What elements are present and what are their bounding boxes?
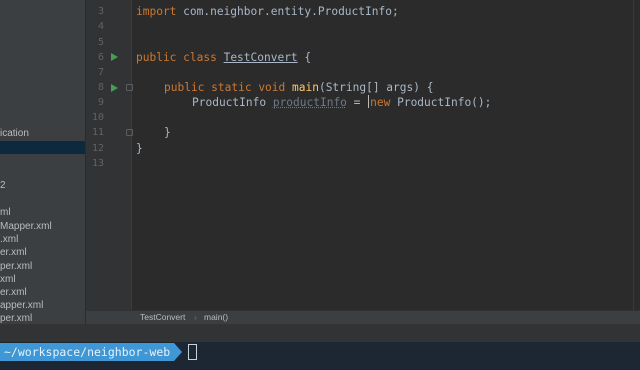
tree-item-label: 2 [0,180,6,191]
class-name: TestConvert [223,51,298,64]
tree-item[interactable]: er.xml [0,286,85,299]
project-sidebar: ication 2 ml Mapper.xml .xml er.xml per.… [0,0,86,324]
tree-item[interactable]: xml [0,273,85,286]
tree-item[interactable]: Mapper.xml [0,220,85,233]
code-line-class: public class TestConvert { [136,50,311,65]
keyword: public [136,51,177,64]
code-line-statement: ProductInfo productInfo = new ProductInf… [192,95,491,110]
type-name: ProductInfo [192,96,273,109]
keyword: public [164,81,205,94]
line-number: 11 [91,127,104,138]
tree-item[interactable]: ication [0,127,85,140]
constructor-call: ProductInfo(); [390,96,492,109]
tree-item[interactable]: ml [0,206,85,219]
code-line-method: public static void main(String[] args) { [164,80,433,95]
prompt-arrow-icon [174,343,182,361]
tree-item[interactable]: 2 [0,179,85,192]
tree-item[interactable]: .xml [0,233,85,246]
breadcrumb-class[interactable]: TestConvert [140,311,185,324]
tree-item[interactable]: er.xml [0,246,85,259]
tree-item-label: ml [0,207,11,218]
breadcrumb-separator: › [194,312,197,322]
prompt-path: ~/workspace/neighbor-web [0,343,175,361]
ide-bottom-bar [0,324,640,342]
run-gutter-icon[interactable] [111,84,118,92]
tree-item-label: per.xml [0,313,33,324]
tree-item-label: xml [0,274,16,285]
fold-icon[interactable] [126,84,133,91]
terminal-cursor [188,344,197,360]
variable-name: productInfo [272,96,347,109]
tree-item[interactable]: apper.xml [0,299,85,312]
text-caret [368,95,370,108]
breadcrumb: TestConvert › main() [86,310,640,324]
code-line-close-method: } [164,126,171,139]
tree-item-label: .xml [0,234,19,245]
brace: { [297,51,312,64]
line-number: 12 [91,143,104,154]
tree-item-selected[interactable] [0,141,85,154]
method-params: (String[] args) { [318,81,434,94]
import-path: com.neighbor.entity.ProductInfo; [176,5,399,18]
tree-item-label: apper.xml [0,300,44,311]
terminal[interactable]: ~/workspace/neighbor-web [0,342,640,370]
keyword: import [136,5,177,18]
line-number: 5 [97,37,104,48]
tree-item-label: Mapper.xml [0,221,52,232]
line-number: 9 [97,97,104,108]
line-number: 8 [97,82,104,93]
assign-op: = [346,96,368,109]
fold-icon[interactable] [126,129,133,136]
line-number: 13 [91,158,104,169]
method-name: main [292,81,319,94]
code-editor[interactable]: import com.neighbor.entity.ProductInfo; … [133,0,640,310]
line-number: 10 [91,112,104,123]
tree-item-label: per.xml [0,261,33,272]
code-line-close-class: } [136,142,143,155]
tree-item[interactable]: per.xml [0,260,85,273]
code-line-import: import com.neighbor.entity.ProductInfo; [136,4,399,19]
tree-item-label: er.xml [0,247,27,258]
tree-item-label: ication [0,128,29,139]
keyword: void [251,81,292,94]
keyword: new [370,96,391,109]
run-gutter-icon[interactable] [111,53,118,61]
tree-item-label: er.xml [0,287,27,298]
keyword: class [176,51,224,64]
right-margin-guide [633,0,634,310]
breadcrumb-method[interactable]: main() [204,311,228,324]
line-number: 3 [97,6,104,17]
line-number: 7 [97,67,104,78]
line-number: 6 [97,52,104,63]
keyword: static [204,81,252,94]
line-number: 4 [97,21,104,32]
tree-item[interactable]: per.xml [0,312,85,324]
editor-gutter: 3 4 5 6 7 8 9 10 11 12 13 [86,0,133,310]
